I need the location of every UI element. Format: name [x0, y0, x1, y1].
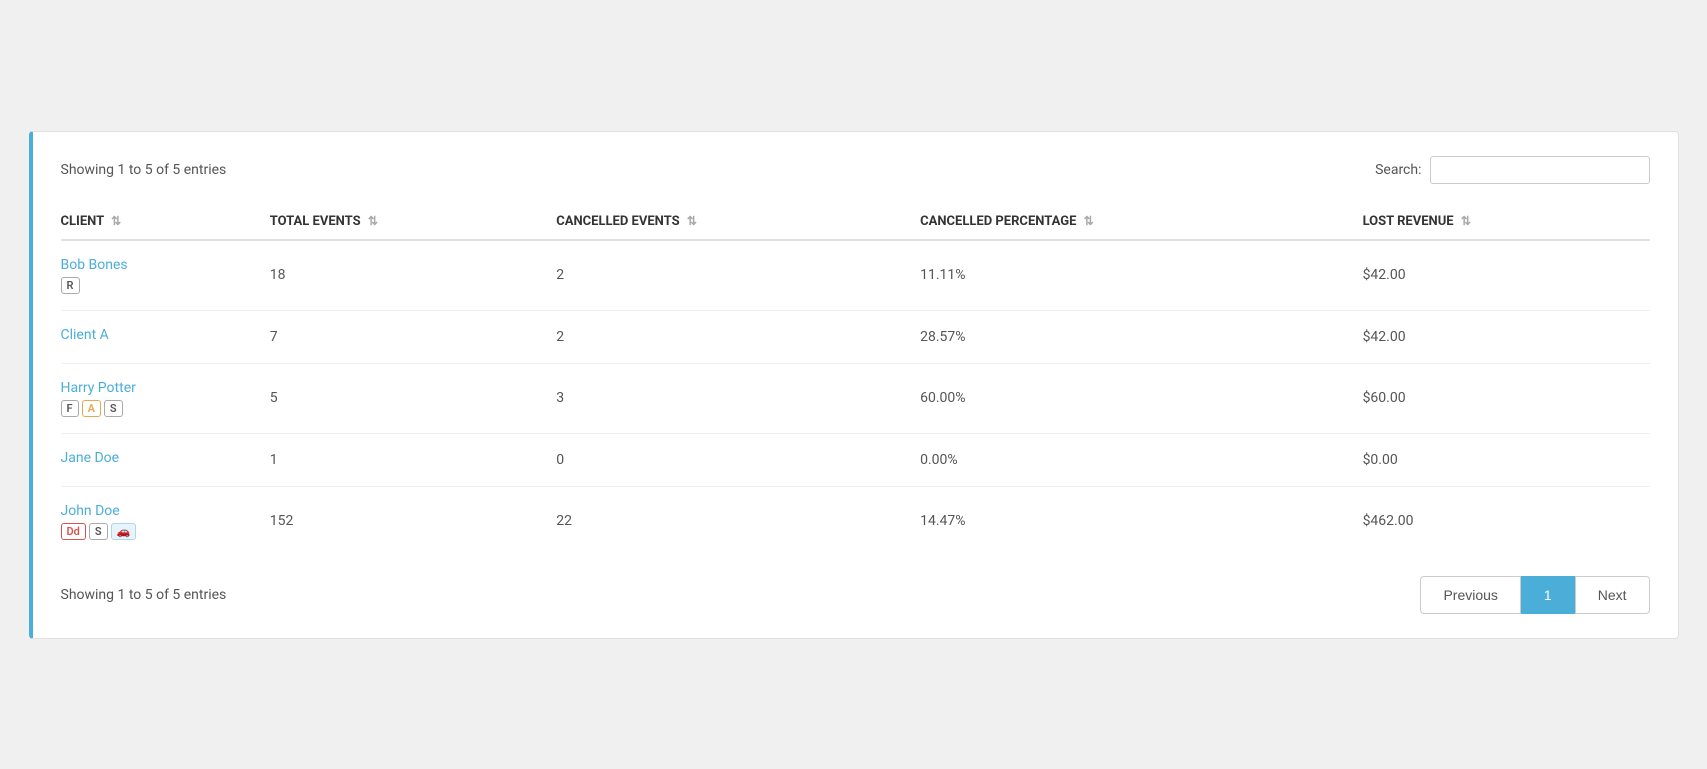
cell-cancelled-events-4: 22 — [556, 486, 920, 556]
cell-client-3: Jane Doe — [61, 433, 270, 486]
top-bar: Showing 1 to 5 of 5 entries Search: — [61, 156, 1650, 184]
top-entries-info: Showing 1 to 5 of 5 entries — [61, 162, 227, 178]
search-area: Search: — [1375, 156, 1649, 184]
client-name-link-4[interactable]: John Doe — [61, 503, 258, 519]
bottom-bar: Showing 1 to 5 of 5 entries Previous 1 N… — [61, 576, 1650, 614]
sort-cancelled-pct-icon[interactable]: ⇅ — [1084, 214, 1094, 228]
cell-lost-revenue-3: $0.00 — [1363, 433, 1650, 486]
col-lost-revenue: LOST REVENUE ⇅ — [1363, 204, 1650, 240]
data-table: CLIENT ⇅ TOTAL EVENTS ⇅ CANCELLED EVENTS… — [61, 204, 1650, 556]
cell-total-events-2: 5 — [270, 363, 556, 433]
table-row: John Doe DdS🚗 1522214.47%$462.00 — [61, 486, 1650, 556]
cell-client-1: Client A — [61, 310, 270, 363]
table-header-row: CLIENT ⇅ TOTAL EVENTS ⇅ CANCELLED EVENTS… — [61, 204, 1650, 240]
tag-dd: Dd — [61, 523, 86, 540]
client-name-link-3[interactable]: Jane Doe — [61, 450, 258, 466]
client-name-link-0[interactable]: Bob Bones — [61, 257, 258, 273]
col-client: CLIENT ⇅ — [61, 204, 270, 240]
tag-s: S — [104, 400, 123, 417]
client-tags-2: FAS — [61, 400, 258, 417]
sort-cancelled-events-icon[interactable]: ⇅ — [687, 214, 697, 228]
sort-lost-revenue-icon[interactable]: ⇅ — [1461, 214, 1471, 228]
cell-cancelled-events-1: 2 — [556, 310, 920, 363]
cell-client-4: John Doe DdS🚗 — [61, 486, 270, 556]
cell-total-events-0: 18 — [270, 240, 556, 311]
col-cancelled-events: CANCELLED EVENTS ⇅ — [556, 204, 920, 240]
cell-cancelled-events-3: 0 — [556, 433, 920, 486]
tag-s: S — [89, 523, 108, 540]
cell-lost-revenue-2: $60.00 — [1363, 363, 1650, 433]
table-row: Jane Doe 100.00%$0.00 — [61, 433, 1650, 486]
client-name-link-1[interactable]: Client A — [61, 327, 258, 343]
cell-lost-revenue-0: $42.00 — [1363, 240, 1650, 311]
cell-total-events-3: 1 — [270, 433, 556, 486]
col-total-events: TOTAL EVENTS ⇅ — [270, 204, 556, 240]
cell-lost-revenue-1: $42.00 — [1363, 310, 1650, 363]
previous-button[interactable]: Previous — [1420, 576, 1520, 614]
cell-cancelled-pct-2: 60.00% — [920, 363, 1362, 433]
cell-cancelled-pct-4: 14.47% — [920, 486, 1362, 556]
cell-client-0: Bob Bones R — [61, 240, 270, 311]
cell-cancelled-pct-0: 11.11% — [920, 240, 1362, 311]
cell-cancelled-events-2: 3 — [556, 363, 920, 433]
cell-client-2: Harry Potter FAS — [61, 363, 270, 433]
page-1-button[interactable]: 1 — [1521, 576, 1575, 614]
cell-total-events-1: 7 — [270, 310, 556, 363]
cell-cancelled-events-0: 2 — [556, 240, 920, 311]
cell-total-events-4: 152 — [270, 486, 556, 556]
tag-🚗: 🚗 — [111, 523, 137, 540]
table-row: Client A 7228.57%$42.00 — [61, 310, 1650, 363]
client-name-link-2[interactable]: Harry Potter — [61, 380, 258, 396]
cell-cancelled-pct-1: 28.57% — [920, 310, 1362, 363]
table-row: Bob Bones R 18211.11%$42.00 — [61, 240, 1650, 311]
search-label: Search: — [1375, 162, 1421, 178]
tag-a: A — [82, 400, 101, 417]
cell-cancelled-pct-3: 0.00% — [920, 433, 1362, 486]
sort-total-events-icon[interactable]: ⇅ — [368, 214, 378, 228]
client-tags-4: DdS🚗 — [61, 523, 258, 540]
main-container: Showing 1 to 5 of 5 entries Search: CLIE… — [29, 131, 1679, 639]
cell-lost-revenue-4: $462.00 — [1363, 486, 1650, 556]
bottom-entries-info: Showing 1 to 5 of 5 entries — [61, 587, 227, 603]
next-button[interactable]: Next — [1575, 576, 1650, 614]
tag-f: F — [61, 400, 79, 417]
col-cancelled-percentage: CANCELLED PERCENTAGE ⇅ — [920, 204, 1362, 240]
table-row: Harry Potter FAS 5360.00%$60.00 — [61, 363, 1650, 433]
search-input[interactable] — [1430, 156, 1650, 184]
tag-r: R — [61, 277, 80, 294]
sort-client-icon[interactable]: ⇅ — [111, 214, 121, 228]
client-tags-0: R — [61, 277, 258, 294]
pagination: Previous 1 Next — [1420, 576, 1649, 614]
